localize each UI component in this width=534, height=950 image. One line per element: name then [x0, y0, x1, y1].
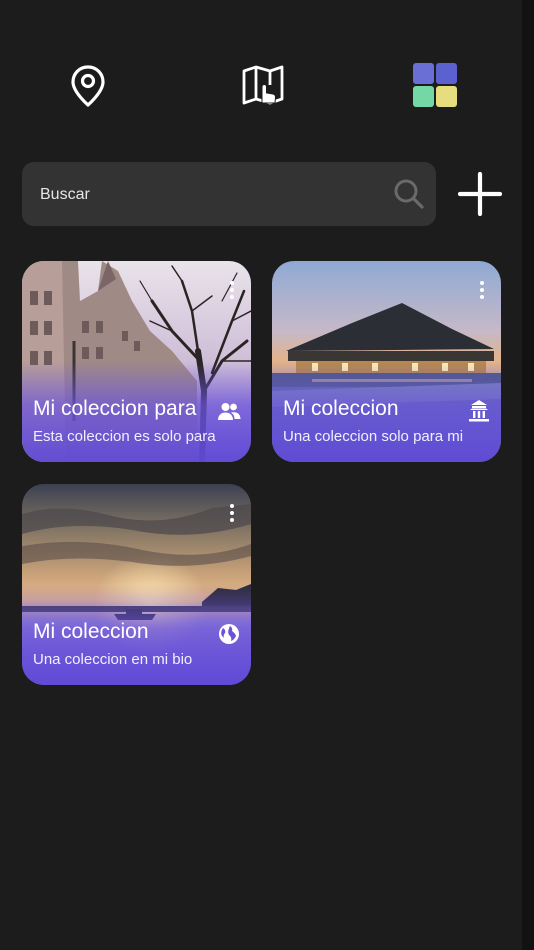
- collection-card[interactable]: Mi coleccion para Esta coleccion es solo…: [22, 261, 251, 462]
- search-input[interactable]: [38, 162, 382, 228]
- nav-collections-button[interactable]: [408, 58, 462, 112]
- more-options-icon[interactable]: [473, 279, 491, 301]
- search-bar: [22, 162, 436, 228]
- location-pin-icon: [71, 65, 105, 107]
- top-navigation: [0, 0, 534, 140]
- collection-description: Esta coleccion es solo para: [33, 428, 216, 445]
- collection-description: Una coleccion solo para mi: [283, 428, 464, 445]
- add-collection-button[interactable]: [456, 170, 504, 218]
- collection-title: Mi coleccion: [33, 620, 149, 643]
- temple-icon: [469, 400, 489, 422]
- collection-card[interactable]: Mi coleccion Una coleccion en mi bio: [22, 484, 251, 685]
- collection-title: Mi coleccion para: [33, 397, 197, 420]
- grid-tile-2: [436, 63, 457, 84]
- grid-tile-3: [413, 86, 434, 107]
- search-icon[interactable]: [392, 177, 426, 211]
- nav-location-button[interactable]: [64, 60, 112, 112]
- collections-grid-icon: [413, 63, 457, 107]
- more-options-icon[interactable]: [223, 279, 241, 301]
- right-edge-strip: [522, 0, 534, 950]
- nav-map-button[interactable]: [236, 58, 290, 112]
- collection-title: Mi coleccion: [283, 397, 399, 420]
- map-touch-icon: [242, 65, 284, 105]
- more-options-icon[interactable]: [223, 502, 241, 524]
- globe-icon: [219, 624, 239, 644]
- grid-tile-4: [436, 86, 457, 107]
- grid-tile-1: [413, 63, 434, 84]
- people-icon: [218, 403, 241, 420]
- collection-description: Una coleccion en mi bio: [33, 651, 193, 668]
- collection-card[interactable]: Mi coleccion Una coleccion solo para mi: [272, 261, 501, 462]
